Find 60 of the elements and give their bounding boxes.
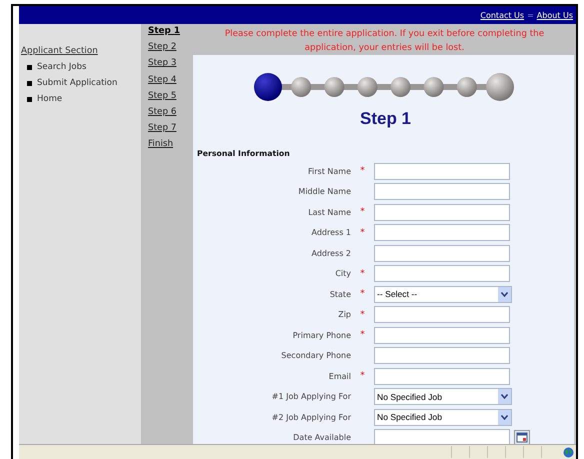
required-mark: * [359,371,366,382]
field-label: Date Available [292,433,351,442]
field-label: Email [328,372,351,381]
required-mark: * [359,228,366,238]
field-label: #2 Job Applying For [270,412,351,422]
field-label: Address 2 [310,248,351,258]
field-label: Zip [337,310,351,320]
text-field[interactable] [374,347,510,364]
field-label: State [328,290,351,299]
bullet-icon [27,96,32,102]
step-heading: Step 1 [358,109,412,129]
text-field[interactable] [374,204,510,221]
caret-icon [501,394,508,400]
section-link[interactable]: Applicant Section [21,46,141,56]
dropdown[interactable]: -- Select -- [374,286,512,303]
step-link[interactable]: Step 1 [148,26,193,42]
step-link[interactable]: Finish [148,139,193,156]
step-link[interactable]: Step 7 [148,123,193,140]
step-link[interactable]: Step 6 [148,106,193,124]
nav-link[interactable]: Home [37,94,62,104]
calendar-icon[interactable] [514,430,530,444]
caret-icon [501,292,508,297]
dropdown[interactable]: No Specified Job [374,388,512,406]
field-label: #1 Job Applying For [270,392,351,402]
text-field[interactable] [374,368,510,385]
step-link[interactable]: Step 4 [148,74,193,91]
field-label: Primary Phone [292,330,351,340]
notice-text: Please complete the entire application. If you exit before completing the application, your entries will be lost. [193,24,576,55]
required-mark: * [359,207,366,218]
required-mark: * [359,289,366,300]
text-field[interactable] [374,244,510,262]
required-mark: * [359,268,366,279]
step-link[interactable]: Step 3 [148,58,193,75]
text-field[interactable] [374,306,510,324]
caret-icon [501,414,508,420]
text-field[interactable] [374,162,510,180]
field-label: Address 1 [310,228,351,238]
bullet-icon [27,80,32,86]
field-label: Middle Name [297,187,351,196]
field-label: Last Name [307,208,351,217]
text-field[interactable] [374,183,510,200]
field-label: City [334,269,351,278]
required-mark: * [359,166,366,176]
text-field[interactable] [374,326,510,344]
step-link[interactable]: Step 5 [148,90,193,107]
nav-link[interactable]: Submit Application [37,78,118,88]
text-field[interactable] [374,265,510,282]
bullet-icon [27,64,32,70]
header-link[interactable]: Contact Us [480,10,524,20]
text-field[interactable] [374,224,510,242]
field-label: Secondary Phone [280,351,351,360]
dropdown[interactable]: No Specified Job [374,408,512,426]
field-label: First Name [307,166,351,176]
required-mark: * [359,310,366,320]
date-field[interactable] [374,429,510,444]
header-link[interactable]: About Us [536,10,573,20]
link-separator: = [527,10,534,20]
step-link[interactable]: Step 2 [148,42,193,58]
nav-link[interactable]: Search Jobs [37,62,86,72]
required-mark: * [359,330,366,340]
